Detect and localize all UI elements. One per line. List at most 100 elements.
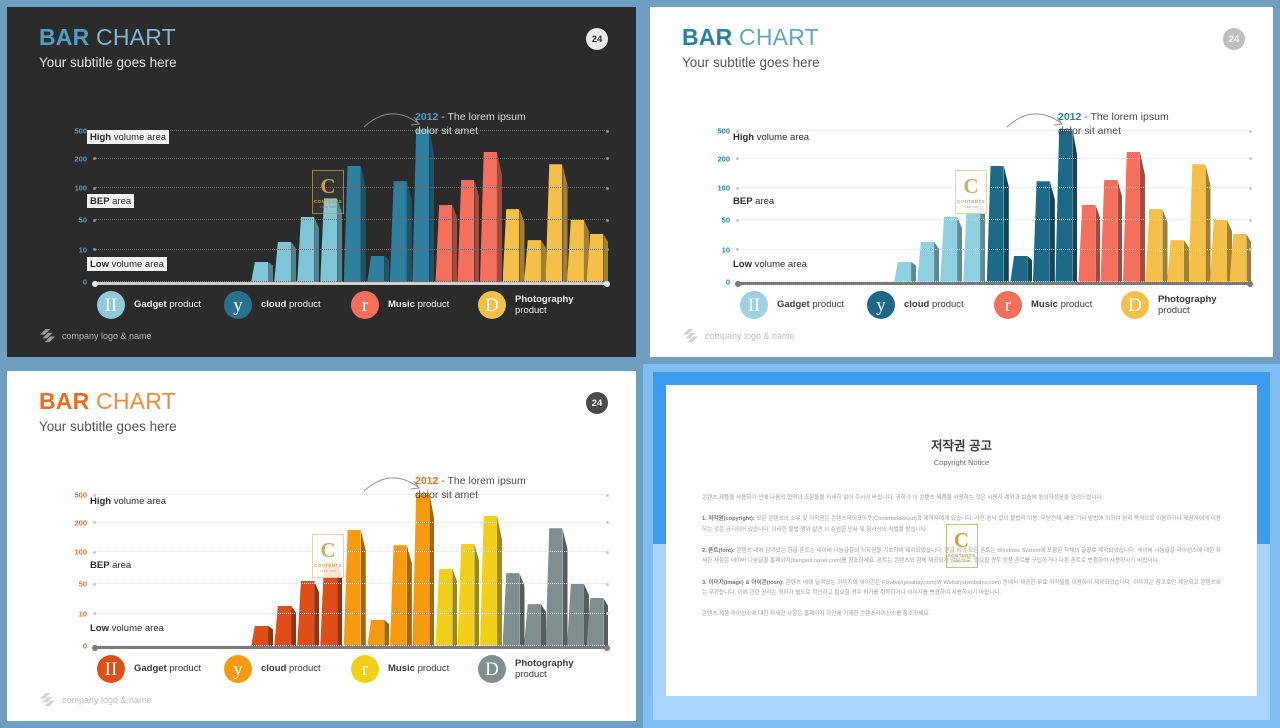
zone-label-text: volume area [752,258,807,270]
bar [435,204,458,282]
slide-light-blue[interactable]: BAR CHART Your subtitle goes here 24 0 10… [643,0,1280,364]
watermark-logo: C CONTENTS TAKE OUT [312,170,344,214]
title-light: CHART [739,24,819,50]
slide-dark[interactable]: BAR CHART Your subtitle goes here 24 0 10… [0,0,643,364]
bar [567,584,590,646]
legend-label-bold: Gadget [134,663,167,675]
bar-face [586,233,604,282]
bar [457,179,480,282]
axis-cap-left [735,280,741,287]
zone-label-bold: High [733,131,755,143]
bar-face [457,179,475,282]
footer-text: company logo & name [62,694,152,705]
legend-item[interactable]: y cloud product [224,655,351,683]
watermark-letter: C [320,173,336,198]
legend-item[interactable]: y cloud product [867,291,994,319]
zone-label-bold: Low [90,258,109,270]
gridline: 10 [722,245,1252,254]
bar [480,151,502,282]
bar-face [367,619,385,646]
legend-gadget-icon: II [97,655,125,683]
legend-label-rest: product [809,299,845,311]
legend-item[interactable]: D Photography product [1121,291,1248,319]
bar-face [586,597,604,646]
legend-item[interactable]: II Gadget product [97,291,224,319]
legend-cloud-icon: y [867,291,895,319]
watermark-line1: CONTENTS [314,198,342,204]
y-axis-tick-label: 200 [74,154,87,164]
bar-group [95,115,609,282]
legend-item[interactable]: r Music product [994,291,1121,319]
footer: company logo & name [40,692,152,707]
legend-label-rest: product [166,299,202,311]
zone-label-text: volume area [754,131,810,143]
legend-label-bold: Photography [515,293,574,305]
legend-label: Music product [1031,299,1092,310]
chart-legend: II Gadget product y cloud product r Music pro… [740,291,1248,319]
slide-copyright-frame: 저작권 공고 Copyright Notice 콘텐츠 제품을 사용하기 전에 … [643,364,1280,728]
bar [524,240,546,282]
copyright-paragraph-text: 콘텐츠 제품 라이선스에 대한 자세한 사항은 홈페이지 하단에 기재한 콘텐츠… [702,611,931,618]
copyright-paragraph: 콘텐츠 제품을 사용하기 전에 다음의 협약과 조항들을 자세히 읽어 주시기 … [702,493,1221,503]
y-axis-tick-label: 500 [74,490,87,500]
bar-face [412,128,430,282]
bar-face [343,529,361,646]
bar [457,543,480,646]
watermark-line2: TAKE OUT [319,204,337,209]
y-axis-tick-label: 200 [717,154,730,164]
legend-label-rest: product [1158,305,1190,316]
copyright-paragraph: 콘텐츠 제품 라이선스에 대한 자세한 사항은 홈페이지 하단에 기재한 콘텐츠… [702,609,1221,619]
legend-item[interactable]: II Gadget product [97,655,224,683]
x-axis [92,280,610,287]
legend-label-bold: cloud [904,299,930,311]
bar-face [524,604,541,646]
legend-label: Gadget product [777,299,844,310]
y-axis-tick-label: 200 [74,518,87,528]
legend-item[interactable]: y cloud product [224,291,351,319]
bar-face [1229,233,1247,282]
legend-photography-icon: D [478,655,506,683]
footer: company logo & name [683,328,795,343]
bar-side [1246,233,1252,282]
bar-side [496,515,502,646]
zone-label-text: volume area [111,495,167,507]
y-axis-tick-label: 50 [78,579,87,589]
annotation-year: 2012 [415,475,439,487]
legend-label: cloud product [261,663,321,674]
slide-copyright[interactable]: 저작권 공고 Copyright Notice 콘텐츠 제품을 사용하기 전에 … [643,364,1280,728]
gridline: 200 [74,154,609,163]
watermark-line2: TAKE OUT [319,568,337,573]
bar [586,597,609,646]
legend-item[interactable]: II Gadget product [740,291,867,319]
bar-face [435,568,453,646]
title-bold: BAR [682,24,733,50]
zone-label: High volume area [87,130,170,144]
x-axis [735,280,1253,287]
bar-side [1117,179,1123,282]
bar [1032,181,1055,282]
watermark-letter: C [320,537,336,562]
legend-item[interactable]: r Music product [351,291,478,319]
footer-text: company logo & name [705,330,795,341]
page-subtitle: Your subtitle goes here [39,419,177,435]
zone-label-bold: BEP [733,195,753,207]
title-bold: BAR [39,388,90,414]
legend-item[interactable]: r Music product [351,655,478,683]
legend-label: Photography product [515,658,574,681]
legend-item[interactable]: D Photography product [478,291,605,319]
slide-orange[interactable]: BAR CHART Your subtitle goes here 24 0 10… [0,364,643,728]
y-axis-tick-label: 50 [78,215,87,225]
bar-face [567,220,584,282]
legend-item[interactable]: D Photography product [478,655,605,683]
bar-side [1003,165,1009,282]
bar [1055,128,1078,282]
company-logo-icon [683,328,698,343]
page-subtitle: Your subtitle goes here [39,55,177,71]
slide-light-blue-frame: BAR CHART Your subtitle goes here 24 0 10… [643,0,1280,364]
copyright-paragraph-lead: 1. 저작권(copyright): [702,516,755,523]
axis-cap-right [604,644,610,651]
slide-grid: BAR CHART Your subtitle goes here 24 0 10… [0,0,1280,728]
copyright-title: 저작권 공고 [931,439,992,453]
bar [389,181,412,282]
axis-cap-left [92,644,98,651]
